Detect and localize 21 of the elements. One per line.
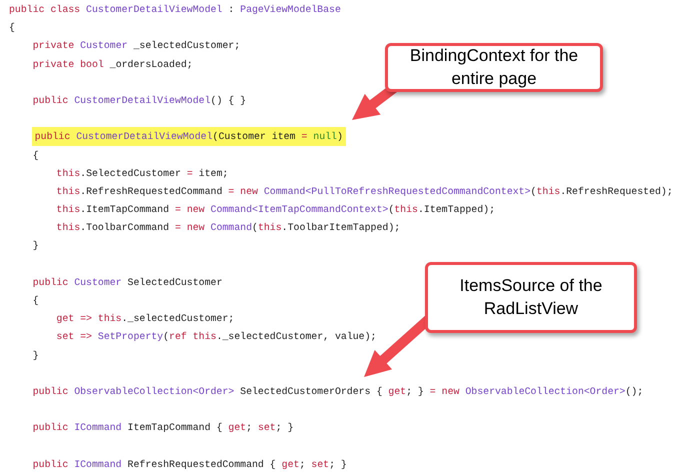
code-line: get => this._selectedCustomer; [55, 312, 236, 326]
code-line: set => SetProperty(ref this._selectedCustomer, value); [55, 330, 378, 344]
code-line: } [32, 348, 40, 363]
code-line: public ObservableCollection<Order> SelectedCustomerOrders { get; } = new ObservableCollection<Order>(); [32, 384, 644, 399]
callout: BindingContext for the entire page [385, 43, 603, 92]
code-line: public class CustomerDetailViewModel : PageViewModelBase [8, 3, 342, 17]
code-line: this.ToolbarCommand = new Command(this.ToolbarItemTapped); [55, 221, 402, 236]
code-line: } [32, 239, 40, 254]
code-line: public ICommand ItemTapCommand { get; set; } [32, 421, 294, 436]
code-line: { [32, 294, 40, 308]
code-line: public Customer SelectedCustomer [32, 276, 224, 290]
code-line: public ICommand RefreshRequestedCommand { get; set; } [32, 458, 348, 472]
code-line: { [32, 148, 40, 162]
code-line: public CustomerDetailViewModel() { } [32, 94, 248, 108]
code-line: this.RefreshRequestedCommand = new Command<PullToRefreshRequestedCommandContext>(this.RefreshRequested); [55, 184, 674, 199]
code-line: { [8, 21, 16, 36]
callout: ItemsSource of the RadListView [425, 262, 637, 333]
code-line: this.SelectedCustomer = item; [55, 166, 230, 181]
code-line: private bool _ordersLoaded; [32, 58, 194, 72]
code-line: private Customer _selectedCustomer; [32, 39, 242, 54]
code-line: this.ItemTapCommand = new Command<ItemTapCommandContext>(this.ItemTapped); [55, 203, 496, 218]
